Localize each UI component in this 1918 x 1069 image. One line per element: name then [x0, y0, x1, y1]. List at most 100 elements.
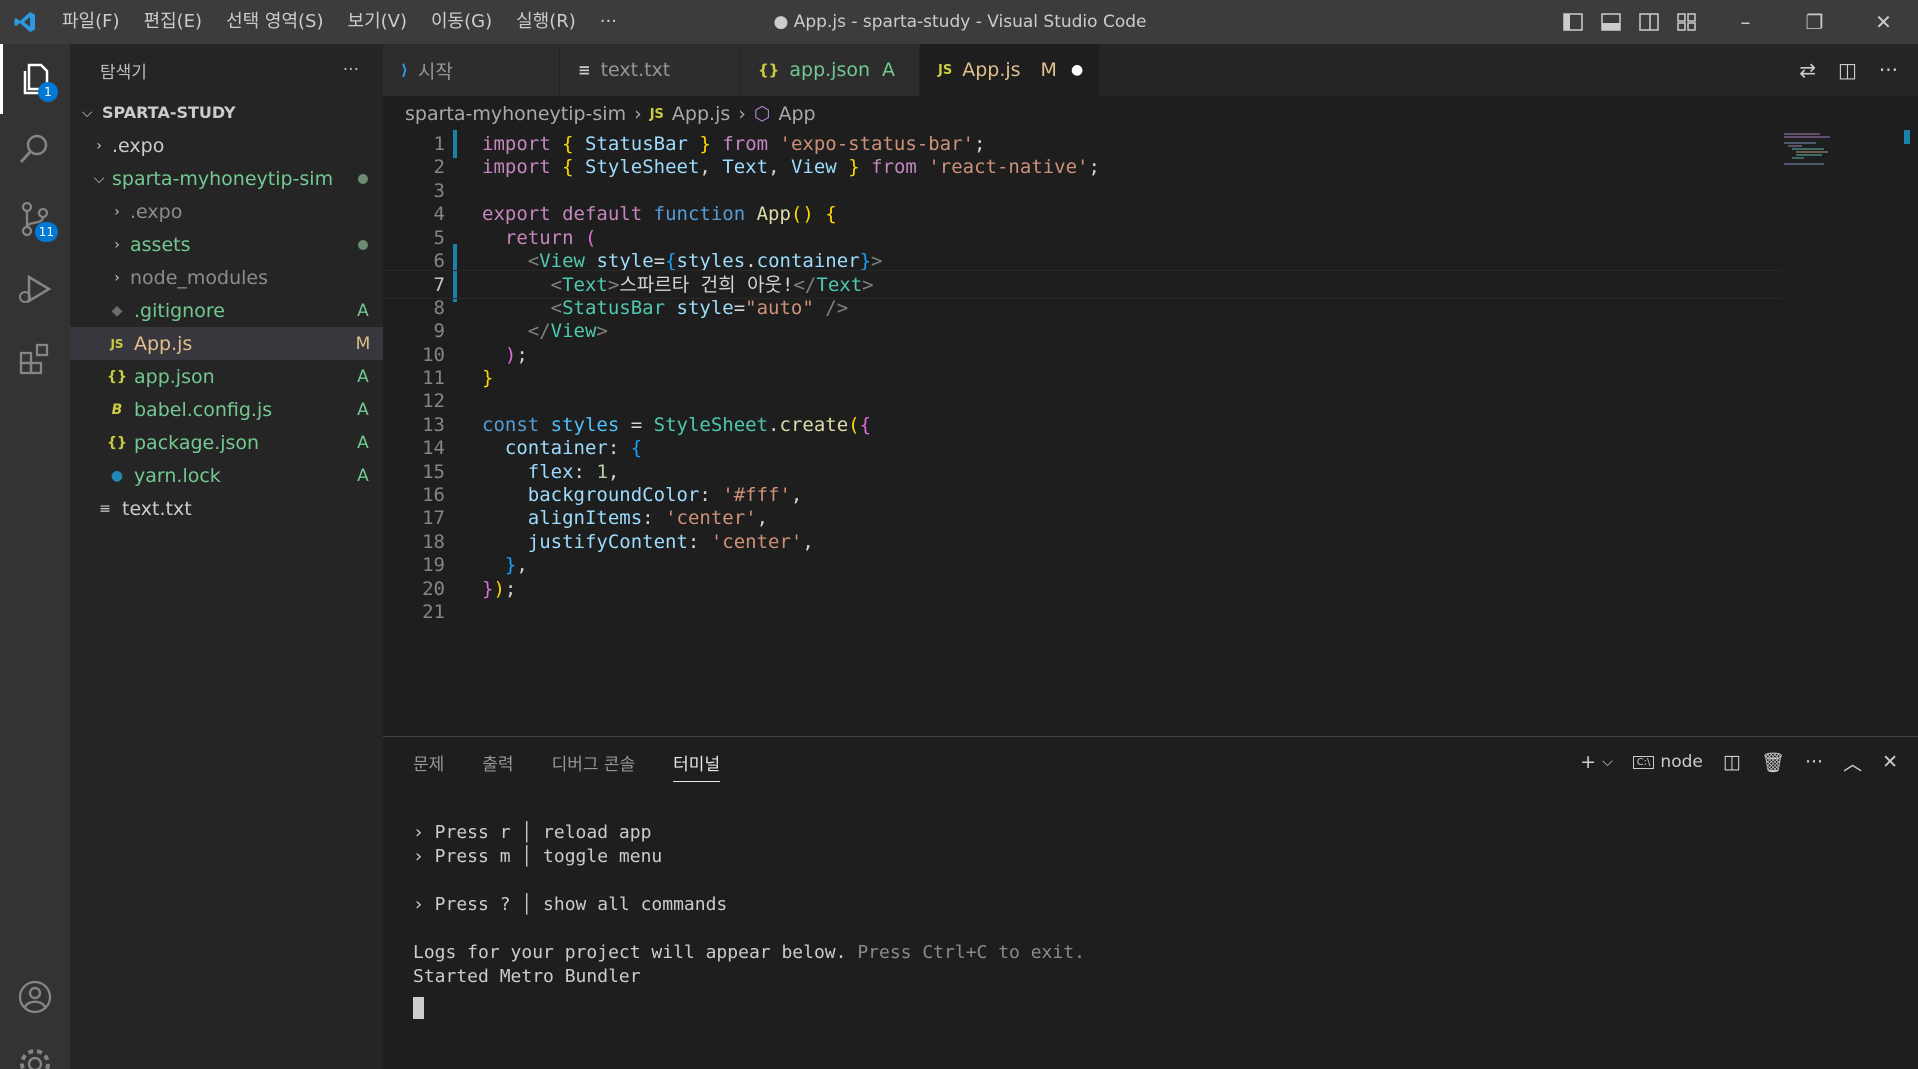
chevron-right-icon: › [114, 269, 120, 286]
tab-debug-console[interactable]: 디버그 콘솔 [552, 750, 636, 775]
tree-item-gitignore[interactable]: ◆ .gitignore A [70, 294, 383, 327]
new-terminal-icon[interactable]: + [1580, 751, 1596, 773]
chevron-down-icon: ⌵ [81, 104, 93, 121]
restore-icon[interactable]: ❐ [1780, 0, 1849, 44]
menu-file[interactable]: 파일(F) [50, 0, 132, 44]
json-file-icon: {} [107, 434, 127, 451]
menu-selection[interactable]: 선택 영역(S) [214, 0, 335, 44]
extensions-icon[interactable] [0, 324, 70, 394]
breadcrumb-folder[interactable]: sparta-myhoneytip-sim [405, 103, 626, 125]
close-window-icon[interactable]: ✕ [1849, 0, 1918, 44]
explorer-more-icon[interactable]: ··· [343, 60, 359, 80]
modified-dot-icon [343, 169, 383, 189]
workspace-root[interactable]: ⌵ SPARTA-STUDY [70, 96, 383, 129]
tab-app-js[interactable]: JS App.js M ● [920, 44, 1100, 96]
tab-label: app.json [789, 59, 871, 81]
terminal-line: › Press m │ toggle menu [413, 846, 663, 867]
tree-item-sparta-myhoneytip-sim[interactable]: ⌵ sparta-myhoneytip-sim [70, 162, 383, 195]
tree-item-label: yarn.lock [134, 464, 221, 487]
tree-item-label: app.json [134, 365, 215, 388]
tree-item-expo[interactable]: › .expo [70, 129, 383, 162]
explorer-icon[interactable]: 1 [0, 44, 70, 114]
tree-item-node-modules[interactable]: › node_modules [70, 261, 383, 294]
breadcrumb-file[interactable]: App.js [672, 103, 730, 125]
terminal-selector[interactable]: C:\ node [1632, 752, 1703, 772]
explorer-header: 탐색기 ··· [70, 44, 383, 96]
chevron-down-icon: ⌵ [93, 170, 105, 187]
tab-text-txt[interactable]: ≡ text.txt [560, 44, 740, 96]
open-changes-icon[interactable]: ⇄ [1799, 58, 1816, 82]
title-bar: 파일(F) 편집(E) 선택 영역(S) 보기(V) 이동(G) 실행(R) ·… [0, 0, 1918, 44]
maximize-panel-chevron-up-icon[interactable]: ︿ [1843, 749, 1862, 776]
panel-more-icon[interactable]: ··· [1805, 751, 1823, 773]
tree-item-expo-nested[interactable]: › .expo [70, 195, 383, 228]
toggle-panel-icon[interactable] [1600, 11, 1622, 33]
tab-output[interactable]: 출력 [482, 750, 513, 775]
menu-run[interactable]: 실행(R) [504, 0, 588, 44]
minimap[interactable] [1780, 130, 1850, 170]
tree-item-label: sparta-myhoneytip-sim [112, 167, 334, 190]
git-status-badge: A [357, 300, 369, 321]
unsaved-dot-icon[interactable]: ● [1071, 62, 1083, 78]
scrollbar[interactable] [1904, 130, 1910, 144]
tree-item-label: babel.config.js [134, 398, 273, 421]
close-panel-icon[interactable]: ✕ [1882, 751, 1898, 773]
window-controls: – ❐ ✕ [1711, 0, 1918, 44]
accounts-icon[interactable] [0, 962, 70, 1032]
code-editor[interactable]: 1 import { StatusBar } from 'expo-status-… [383, 130, 1918, 736]
workspace-root-label: SPARTA-STUDY [102, 103, 236, 122]
search-icon[interactable] [0, 114, 70, 184]
chevron-down-icon[interactable]: ⌵ [1602, 754, 1613, 770]
terminal-cursor [413, 997, 424, 1019]
minimize-icon[interactable]: – [1711, 0, 1780, 44]
kill-terminal-trash-icon[interactable]: 🗑 [1761, 751, 1785, 774]
json-file-icon: {} [107, 368, 127, 385]
terminal-line: Logs for your project will appear below.… [413, 941, 1085, 965]
menu-go[interactable]: 이동(G) [419, 0, 504, 44]
source-control-icon[interactable]: 11 [0, 184, 70, 254]
tree-item-label: assets [130, 233, 191, 256]
toggle-secondary-sidebar-icon[interactable] [1638, 11, 1660, 33]
toggle-primary-sidebar-icon[interactable] [1562, 11, 1584, 33]
breadcrumb-symbol[interactable]: App [778, 103, 815, 125]
tab-git-status: A [882, 59, 896, 81]
terminal-line: › Press ? │ show all commands [413, 894, 728, 915]
tree-item-yarn-lock[interactable]: ● yarn.lock A [70, 459, 383, 492]
split-terminal-icon[interactable]: ◫ [1723, 751, 1741, 773]
terminal-line: Started Metro Bundler [413, 966, 641, 987]
tree-item-text-txt[interactable]: ≡ text.txt [70, 492, 383, 525]
menu-edit[interactable]: 편집(E) [132, 0, 215, 44]
explorer-badge: 1 [38, 82, 58, 102]
editor-more-icon[interactable]: ··· [1879, 58, 1898, 82]
terminal-line: › Press r │ reload app [413, 822, 652, 843]
tree-item-app-json[interactable]: {} app.json A [70, 360, 383, 393]
tab-label: App.js [962, 59, 1021, 81]
tree-item-babel-config[interactable]: B babel.config.js A [70, 393, 383, 426]
run-debug-icon[interactable] [0, 254, 70, 324]
modified-dot-icon [343, 235, 383, 255]
tree-item-label: package.json [134, 431, 260, 454]
tree-item-assets[interactable]: › assets [70, 228, 383, 261]
tab-problems[interactable]: 문제 [413, 750, 444, 775]
layout-controls [1562, 0, 1698, 44]
tree-item-package-json[interactable]: {} package.json A [70, 426, 383, 459]
tab-terminal[interactable]: 터미널 [673, 750, 721, 782]
tree-item-label: .expo [112, 134, 165, 157]
tree-item-label: .expo [130, 200, 183, 223]
terminal-text: Logs for your project will appear below. [413, 942, 847, 963]
explorer-title: 탐색기 [100, 62, 147, 83]
manage-gear-icon[interactable] [0, 1029, 70, 1069]
split-editor-icon[interactable]: ◫ [1838, 58, 1857, 82]
menu-view[interactable]: 보기(V) [336, 0, 419, 44]
text-file-icon: ≡ [578, 61, 591, 79]
tree-item-app-js[interactable]: JS App.js M [70, 327, 383, 360]
js-file-icon: JS [649, 106, 664, 122]
menu-bar: 파일(F) 편집(E) 선택 영역(S) 보기(V) 이동(G) 실행(R) ·… [50, 0, 629, 44]
customize-layout-icon[interactable] [1676, 11, 1698, 33]
activity-bar: 1 11 [0, 44, 70, 1069]
tab-label: text.txt [600, 59, 671, 81]
js-file-icon: JS [110, 336, 124, 351]
tab-app-json[interactable]: {} app.json A [740, 44, 920, 96]
code-line: 21 [383, 598, 1783, 627]
tab-welcome[interactable]: ⟩ 시작 [383, 44, 560, 96]
